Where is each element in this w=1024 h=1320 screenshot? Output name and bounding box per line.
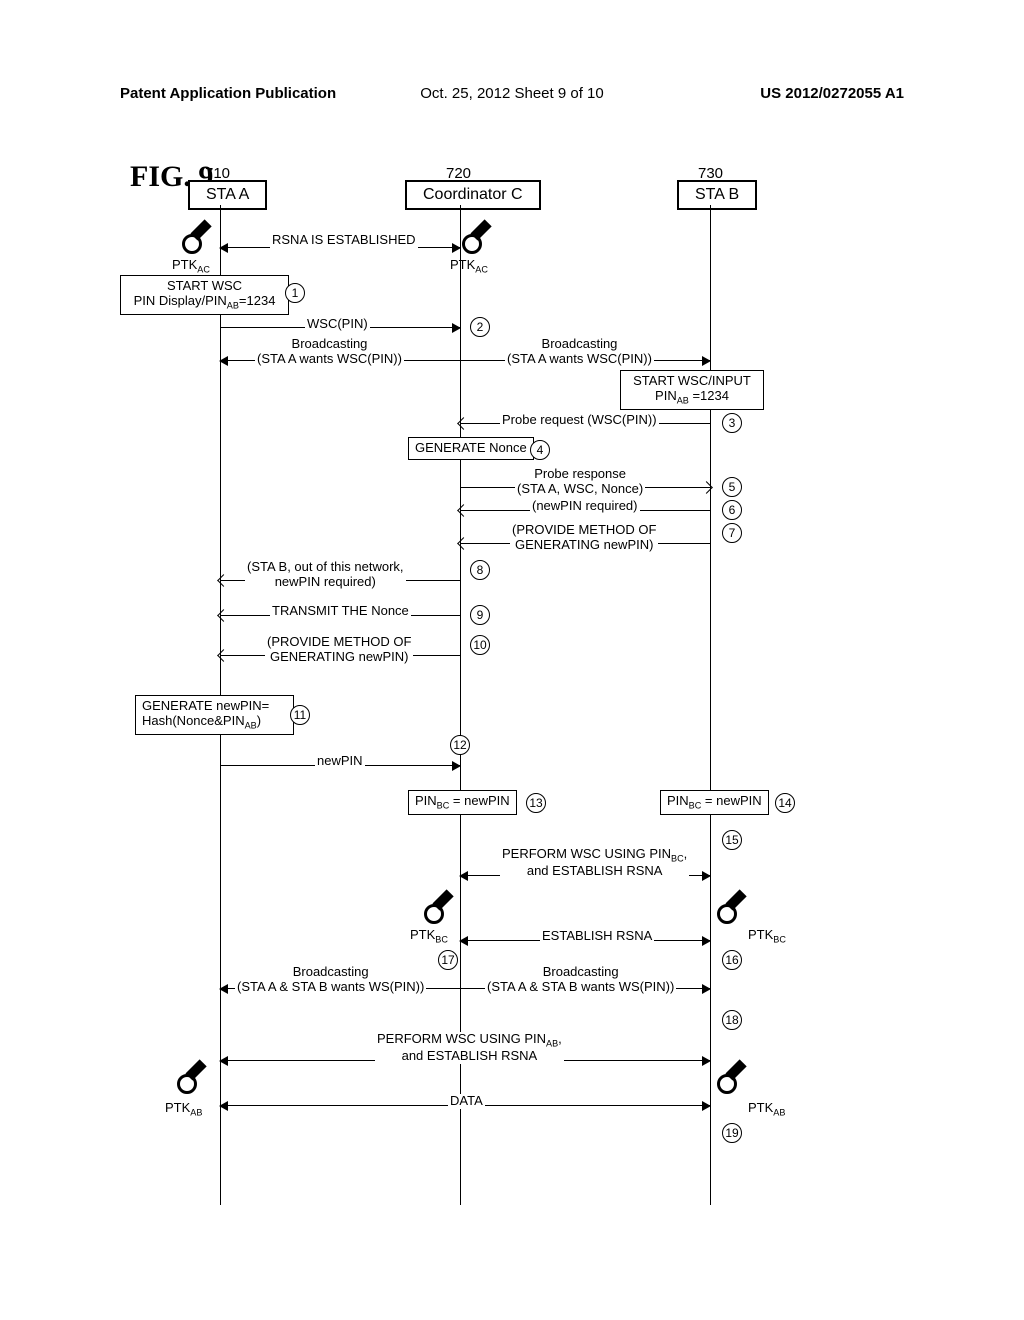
box-start-wsc-b: START WSC/INPUTPINAB =1234 <box>620 370 764 410</box>
key-ptk-ab-a: PTKAB <box>165 1100 202 1118</box>
step-3: 3 <box>722 413 742 433</box>
label-wsc-pin: WSC(PIN) <box>305 317 370 332</box>
step-11: 11 <box>290 705 310 725</box>
label-rsna: RSNA IS ESTABLISHED <box>270 233 418 248</box>
step-14: 14 <box>775 793 795 813</box>
label-establish-rsna: ESTABLISH RSNA <box>540 929 654 944</box>
label-stab-out: (STA B, out of this network, newPIN requ… <box>245 560 406 590</box>
key-icon <box>715 1060 747 1096</box>
key-icon <box>460 220 492 256</box>
label-transmit-nonce: TRANSMIT THE Nonce <box>270 604 411 619</box>
key-ptk-bc-c: PTKBC <box>410 927 448 945</box>
step-19: 19 <box>722 1123 742 1143</box>
step-16: 16 <box>722 950 742 970</box>
sequence-diagram: 710 STA A 720 Coordinator C 730 STA B RS… <box>150 165 910 1215</box>
participant-coordinator: Coordinator C <box>405 180 541 210</box>
step-4: 4 <box>530 440 550 460</box>
label-bcast-ab-1: Broadcasting (STA A & STA B wants WS(PIN… <box>235 965 426 995</box>
key-icon <box>180 220 212 256</box>
step-17: 17 <box>438 950 458 970</box>
key-ptk-ac-c: PTKAC <box>450 257 488 275</box>
key-icon <box>715 890 747 926</box>
step-2: 2 <box>470 317 490 337</box>
label-newpin-req: (newPIN required) <box>530 499 640 514</box>
step-15: 15 <box>722 830 742 850</box>
participant-sta-a: STA A <box>188 180 267 210</box>
header-center: Oct. 25, 2012 Sheet 9 of 10 <box>420 85 603 102</box>
header-right: US 2012/0272055 A1 <box>760 85 904 102</box>
step-12: 12 <box>450 735 470 755</box>
key-icon <box>422 890 454 926</box>
step-18: 18 <box>722 1010 742 1030</box>
label-probe-resp: Probe response (STA A, WSC, Nonce) <box>515 467 645 497</box>
label-bcast-a: Broadcasting (STA A wants WSC(PIN)) <box>255 337 404 367</box>
box-pin-bc-b: PINBC = newPIN <box>660 790 769 815</box>
label-perform-wsc-bc: PERFORM WSC USING PINBC,and ESTABLISH RS… <box>500 847 689 879</box>
label-bcast-ab-2: Broadcasting (STA A & STA B wants WS(PIN… <box>485 965 676 995</box>
box-start-wsc-a: START WSCPIN Display/PINAB=1234 <box>120 275 289 315</box>
label-bcast-b: Broadcasting (STA A wants WSC(PIN)) <box>505 337 654 367</box>
key-ptk-bc-b: PTKBC <box>748 927 786 945</box>
box-gen-newpin: GENERATE newPIN=Hash(Nonce&PINAB) <box>135 695 294 735</box>
key-ptk-ac-a: PTKAC <box>172 257 210 275</box>
label-provide-method: (PROVIDE METHOD OF GENERATING newPIN) <box>510 523 658 553</box>
participant-sta-b: STA B <box>677 180 757 210</box>
page-header: Patent Application Publication Oct. 25, … <box>0 85 1024 102</box>
label-provide-method-2: (PROVIDE METHOD OF GENERATING newPIN) <box>265 635 413 665</box>
label-perform-wsc-ab: PERFORM WSC USING PINAB,and ESTABLISH RS… <box>375 1032 564 1064</box>
step-1: 1 <box>285 283 305 303</box>
step-7: 7 <box>722 523 742 543</box>
step-9: 9 <box>470 605 490 625</box>
label-probe-req: Probe request (WSC(PIN)) <box>500 413 659 428</box>
step-13: 13 <box>526 793 546 813</box>
step-6: 6 <box>722 500 742 520</box>
lifeline-b <box>710 205 711 1205</box>
box-pin-bc-c: PINBC = newPIN <box>408 790 517 815</box>
label-newpin: newPIN <box>315 754 365 769</box>
label-data: DATA <box>448 1094 485 1109</box>
step-8: 8 <box>470 560 490 580</box>
key-ptk-ab-b: PTKAB <box>748 1100 785 1118</box>
header-left: Patent Application Publication <box>120 85 336 102</box>
key-icon <box>175 1060 207 1096</box>
box-gen-nonce: GENERATE Nonce <box>408 437 534 460</box>
step-10: 10 <box>470 635 490 655</box>
step-5: 5 <box>722 477 742 497</box>
